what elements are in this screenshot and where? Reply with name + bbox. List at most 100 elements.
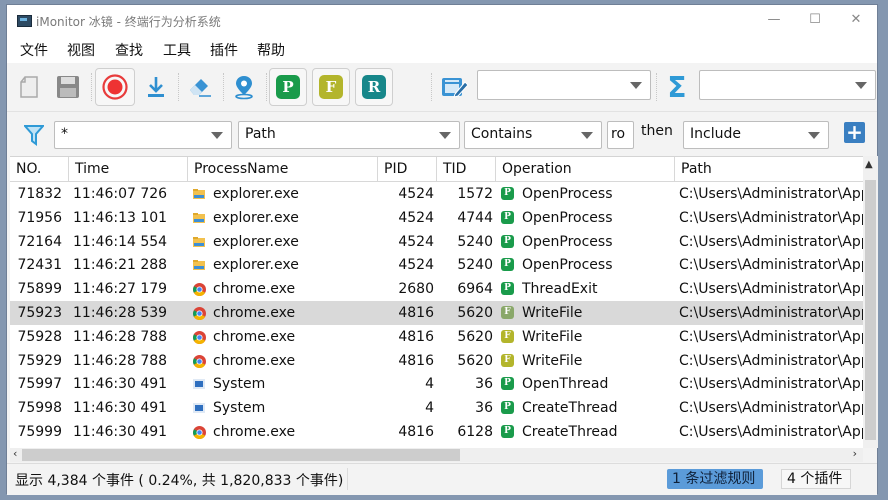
event-table: NO. Time ProcessName PID TID Operation P…: [10, 156, 863, 449]
cell-pid: 2680: [398, 281, 434, 298]
scroll-right-icon[interactable]: ›: [853, 447, 857, 460]
minimize-button[interactable]: —: [759, 10, 789, 30]
operation-type-icon: F: [501, 353, 514, 367]
column-header-operation[interactable]: Operation: [496, 157, 675, 181]
cell-processname: explorer.exe: [213, 257, 299, 274]
toolbar: P F R Σ: [7, 63, 877, 111]
cell-no: 75997: [17, 376, 62, 393]
new-button[interactable]: [11, 69, 47, 105]
script-button[interactable]: [437, 69, 473, 105]
explorer-process-icon: [193, 212, 205, 224]
cell-time: 11:46:28 788: [73, 328, 168, 345]
title-bar: iMonitor 冰镜 - 终端行为分析系统 — ☐ ✕: [7, 5, 877, 36]
menu-file[interactable]: 文件: [20, 40, 48, 60]
chevron-down-icon: [439, 132, 451, 139]
record-button[interactable]: [95, 68, 135, 106]
table-row[interactable]: 75998 11:46:30 491 System 4 36 P CreateThread C…: [10, 396, 863, 420]
add-filter-button[interactable]: +: [844, 122, 865, 143]
column-header-path[interactable]: Path: [675, 157, 863, 181]
cell-operation: OpenProcess: [522, 209, 613, 226]
horizontal-scroll-thumb[interactable]: [22, 449, 460, 461]
menu-find[interactable]: 查找: [115, 40, 143, 60]
chevron-down-icon: [630, 82, 642, 89]
table-row[interactable]: 72164 11:46:14 554 explorer.exe 4524 5240 P Op…: [10, 230, 863, 254]
filter-field-combo[interactable]: Path: [238, 121, 460, 149]
event-count-summary: 显示 4,384 个事件 ( 0.24%, 共 1,820,833 个事件): [15, 473, 344, 489]
registry-icon: R: [362, 75, 386, 99]
script-combo[interactable]: [477, 70, 651, 100]
cell-pid: 4524: [398, 186, 434, 202]
explorer-process-icon: [193, 259, 205, 271]
vertical-scrollbar[interactable]: ▲: [863, 156, 878, 448]
chevron-down-icon: [808, 132, 820, 139]
filter-action-combo[interactable]: Include: [683, 121, 829, 149]
cell-path: C:\Users\Administrator\AppData: [679, 257, 863, 274]
column-header-no[interactable]: NO.: [10, 157, 69, 181]
cell-path: C:\Users\Administrator\AppData: [679, 424, 863, 440]
new-icon: [20, 76, 38, 98]
table-row[interactable]: 75899 11:46:27 179 chrome.exe 2680 6964 P Thre…: [10, 277, 863, 301]
menu-plugins[interactable]: 插件: [210, 40, 238, 60]
cell-operation: CreateThread: [522, 424, 618, 440]
table-row[interactable]: 75999 11:46:30 491 chrome.exe 4816 6128 P Crea…: [10, 420, 863, 444]
sum-button[interactable]: Σ: [659, 69, 695, 105]
menu-tools[interactable]: 工具: [163, 40, 191, 60]
table-header: NO. Time ProcessName PID TID Operation P…: [10, 157, 863, 182]
operation-type-icon: P: [501, 377, 514, 391]
table-row[interactable]: 72431 11:46:21 288 explorer.exe 4524 5240 P Op…: [10, 253, 863, 277]
file-filter-button[interactable]: F: [312, 68, 350, 106]
filter-value-input[interactable]: ro: [607, 121, 634, 149]
cell-path: C:\Users\Administrator\AppData: [679, 376, 863, 393]
process-filter-button[interactable]: P: [269, 68, 307, 106]
plugins-badge[interactable]: 4 个插件: [781, 469, 851, 489]
locate-button[interactable]: [226, 69, 262, 105]
column-header-tid[interactable]: TID: [437, 157, 496, 181]
table-row[interactable]: 75929 11:46:28 788 chrome.exe 4816 5620 F Writ…: [10, 349, 863, 373]
download-icon: [148, 77, 164, 97]
toolbar-separator: [91, 73, 93, 101]
save-icon: [57, 76, 79, 98]
table-row[interactable]: 75997 11:46:30 491 System 4 36 P OpenThread C:\…: [10, 372, 863, 396]
cell-pid: 4816: [398, 352, 434, 369]
cell-operation: WriteFile: [522, 328, 583, 345]
close-button[interactable]: ✕: [841, 10, 871, 30]
filter-relation-combo[interactable]: Contains: [464, 121, 602, 149]
cell-operation: OpenProcess: [522, 186, 613, 202]
table-row[interactable]: 75928 11:46:28 788 chrome.exe 4816 5620 F Writ…: [10, 325, 863, 349]
cell-path: C:\Users\Administrator\AppData: [679, 352, 863, 369]
sum-combo[interactable]: [699, 70, 876, 100]
status-divider: [347, 468, 348, 490]
maximize-button[interactable]: ☐: [800, 10, 830, 30]
column-header-pid[interactable]: PID: [378, 157, 437, 181]
cell-no: 75929: [17, 352, 62, 369]
cell-operation: ThreadExit: [522, 281, 598, 298]
cell-tid: 36: [475, 376, 493, 393]
vertical-scroll-thumb[interactable]: [865, 180, 876, 440]
table-row[interactable]: 71832 11:46:07 726 explorer.exe 4524 1572 P Op…: [10, 182, 863, 206]
download-button[interactable]: [138, 69, 174, 105]
column-header-processname[interactable]: ProcessName: [188, 157, 378, 181]
then-label: then: [641, 123, 673, 139]
menu-view[interactable]: 视图: [67, 40, 95, 60]
horizontal-scrollbar[interactable]: ‹ ›: [10, 447, 863, 462]
explorer-process-icon: [193, 236, 205, 248]
filter-rules-badge[interactable]: 1 条过滤规则: [667, 469, 763, 489]
menu-help[interactable]: 帮助: [257, 40, 285, 60]
registry-filter-button[interactable]: R: [355, 68, 393, 106]
scroll-left-icon[interactable]: ‹: [13, 447, 17, 460]
table-row[interactable]: 75923 11:46:28 539 chrome.exe 4816 5620 F Writ…: [10, 301, 863, 325]
clear-button[interactable]: [182, 69, 218, 105]
filter-relation-value: Contains: [471, 126, 533, 142]
cell-tid: 5620: [457, 352, 493, 369]
explorer-process-icon: [193, 188, 205, 200]
operation-type-icon: P: [501, 425, 514, 438]
scroll-up-icon[interactable]: ▲: [865, 159, 873, 170]
filter-column-combo[interactable]: *: [54, 121, 232, 149]
system-process-icon: [193, 402, 205, 414]
save-button[interactable]: [50, 69, 86, 105]
table-row[interactable]: 71956 11:46:13 101 explorer.exe 4524 4744 P Op…: [10, 206, 863, 230]
operation-type-icon: P: [501, 234, 514, 248]
chrome-process-icon: [193, 330, 206, 344]
chevron-down-icon: [855, 82, 867, 89]
column-header-time[interactable]: Time: [69, 157, 188, 181]
